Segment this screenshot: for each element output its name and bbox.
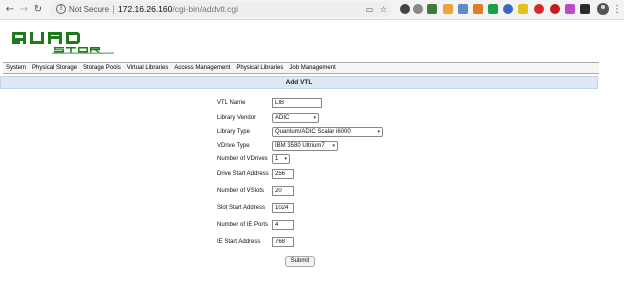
- menu-job-management[interactable]: Job Management: [286, 63, 338, 73]
- chevron-down-icon: ▾: [313, 115, 316, 121]
- url-separator: [113, 5, 114, 14]
- library-vendor-label: Library Vendor: [217, 115, 257, 121]
- num-vdrives-label: Number of VDrives: [217, 156, 268, 162]
- num-vdrives-select[interactable]: 1 ▾: [272, 154, 290, 164]
- ie-start-address-label: IE Start Address: [217, 239, 261, 245]
- chevron-down-icon: ▾: [332, 143, 335, 149]
- vdrive-type-row: VDrive Type IBM 3580 Ultrium7 ▾: [217, 140, 417, 152]
- back-icon[interactable]: ←: [4, 3, 16, 16]
- menu-access-management[interactable]: Access Management: [171, 63, 233, 73]
- library-vendor-select[interactable]: ADIC ▾: [272, 113, 319, 123]
- drive-start-address-row: Drive Start Address: [217, 168, 417, 180]
- library-type-label: Library Type: [217, 129, 250, 135]
- extension-icon[interactable]: [413, 4, 423, 14]
- menu-physical-storage[interactable]: Physical Storage: [29, 63, 80, 73]
- slot-start-address-input[interactable]: [272, 203, 294, 213]
- bookmark-star-icon[interactable]: ☆: [378, 4, 389, 15]
- url-text[interactable]: 172.16.26.160/cgi-bin/addvtl.cgi: [118, 3, 238, 16]
- page-title: Add VTL: [285, 79, 313, 86]
- extension-icon[interactable]: [503, 4, 513, 14]
- num-ie-ports-row: Number of IE Ports: [217, 219, 417, 231]
- extension-icon[interactable]: [427, 4, 437, 14]
- main-menu: System Physical Storage Storage Pools Vi…: [3, 62, 599, 74]
- extension-icon[interactable]: [443, 4, 453, 14]
- vdrive-type-value: IBM 3580 Ultrium7: [275, 143, 325, 149]
- extension-icon[interactable]: [580, 4, 590, 14]
- page-title-bar: Add VTL: [0, 76, 598, 89]
- submit-button[interactable]: Submit: [285, 256, 315, 267]
- url-host: 172.16.26.160: [118, 4, 173, 14]
- library-type-value: Quantum/ADIC Scalar i6000: [275, 129, 351, 135]
- not-secure-label: Not Secure: [69, 5, 110, 14]
- drive-start-address-label: Drive Start Address: [217, 171, 269, 177]
- ie-start-address-input[interactable]: [272, 237, 294, 247]
- extension-icon[interactable]: [518, 4, 528, 14]
- browser-toolbar: ← → ↻ ! Not Secure 172.16.26.160/cgi-bin…: [0, 0, 624, 20]
- slot-start-address-label: Slot Start Address: [217, 205, 266, 211]
- address-bar[interactable]: ! Not Secure 172.16.26.160/cgi-bin/addvt…: [50, 2, 392, 17]
- menu-system[interactable]: System: [3, 63, 29, 73]
- slot-start-address-row: Slot Start Address: [217, 202, 417, 214]
- cast-icon[interactable]: ▭: [364, 4, 375, 15]
- num-vslots-row: Number of VSlots: [217, 185, 417, 197]
- quadstor-logo: [12, 32, 114, 54]
- drive-start-address-input[interactable]: [272, 169, 294, 179]
- ie-start-address-row: IE Start Address: [217, 236, 417, 248]
- num-ie-ports-label: Number of IE Ports: [217, 222, 269, 228]
- library-type-row: Library Type Quantum/ADIC Scalar i6000 ▾: [217, 126, 417, 138]
- vdrive-type-label: VDrive Type: [217, 143, 250, 149]
- library-type-select[interactable]: Quantum/ADIC Scalar i6000 ▾: [272, 127, 383, 137]
- avatar[interactable]: [597, 3, 609, 15]
- vtl-name-input[interactable]: [272, 98, 322, 108]
- extension-icon[interactable]: [565, 4, 575, 14]
- reload-icon[interactable]: ↻: [32, 3, 44, 16]
- library-vendor-row: Library Vendor ADIC ▾: [217, 112, 417, 124]
- vdrive-type-select[interactable]: IBM 3580 Ultrium7 ▾: [272, 141, 338, 151]
- menu-physical-libraries[interactable]: Physical Libraries: [233, 63, 286, 73]
- extension-icon[interactable]: [488, 4, 498, 14]
- num-vdrives-row: Number of VDrives 1 ▾: [217, 153, 417, 165]
- url-path: /cgi-bin/addvtl.cgi: [172, 4, 239, 14]
- num-ie-ports-input[interactable]: [272, 220, 294, 230]
- library-vendor-value: ADIC: [275, 115, 290, 121]
- extension-icon[interactable]: [400, 4, 410, 14]
- menu-virtual-libraries[interactable]: Virtual Libraries: [124, 63, 172, 73]
- num-vslots-label: Number of VSlots: [217, 188, 265, 194]
- chevron-down-icon: ▾: [284, 156, 287, 162]
- menu-storage-pools[interactable]: Storage Pools: [80, 63, 124, 73]
- vtl-name-label: VTL Name: [217, 100, 246, 106]
- info-icon[interactable]: !: [56, 4, 66, 14]
- extension-icon[interactable]: [534, 4, 544, 14]
- extension-icon[interactable]: [458, 4, 468, 14]
- menu-icon[interactable]: ⋮: [612, 3, 622, 16]
- extension-icon[interactable]: [550, 4, 560, 14]
- num-vdrives-value: 1: [275, 156, 279, 162]
- forward-icon[interactable]: →: [18, 3, 30, 16]
- chevron-down-icon: ▾: [377, 129, 380, 135]
- extension-icon[interactable]: [473, 4, 483, 14]
- vtl-name-row: VTL Name: [217, 97, 417, 109]
- num-vslots-input[interactable]: [272, 186, 294, 196]
